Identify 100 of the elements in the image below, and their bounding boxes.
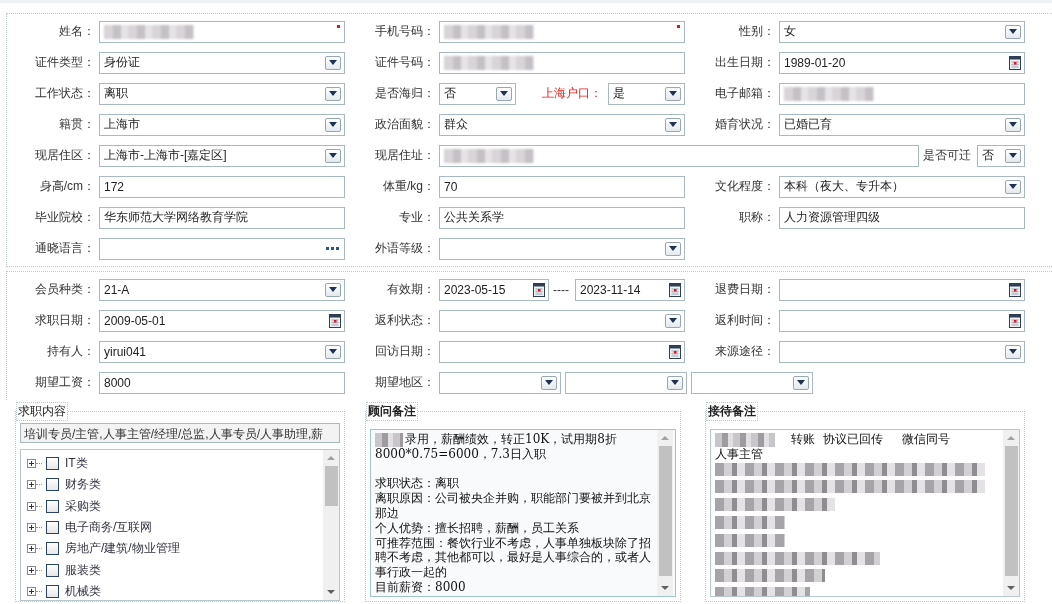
dropdown-field[interactable]: 离职 bbox=[99, 82, 345, 105]
dropdown-field[interactable]: 群众 bbox=[439, 113, 685, 136]
calendar-icon[interactable] bbox=[329, 313, 341, 328]
tree-item-label[interactable]: 财务类 bbox=[65, 476, 101, 494]
tree-item-label[interactable]: IT类 bbox=[65, 455, 88, 473]
caret-icon[interactable] bbox=[671, 380, 679, 385]
dropdown-field[interactable]: 本科（夜大、专升本） bbox=[779, 175, 1025, 198]
caret-icon[interactable] bbox=[1009, 184, 1017, 189]
caret-icon[interactable] bbox=[669, 246, 677, 251]
caret-icon[interactable] bbox=[1009, 153, 1017, 158]
scrollbar[interactable] bbox=[323, 450, 339, 600]
caret-icon[interactable] bbox=[329, 287, 337, 292]
checkbox[interactable] bbox=[46, 457, 59, 471]
dropdown-field[interactable]: yirui041 bbox=[99, 340, 345, 363]
scrollbar[interactable] bbox=[657, 430, 673, 596]
checkbox[interactable] bbox=[46, 563, 59, 577]
dropdown-button[interactable] bbox=[325, 86, 341, 101]
dropdown-button[interactable] bbox=[665, 313, 681, 328]
text-field[interactable]: 8000 bbox=[99, 371, 345, 394]
dropdown-field[interactable]: 是 bbox=[608, 82, 685, 105]
dropdown-button[interactable] bbox=[1005, 179, 1021, 194]
date-field[interactable]: 2009-05-01 bbox=[99, 309, 345, 332]
checkbox[interactable] bbox=[46, 584, 59, 598]
calendar-icon[interactable] bbox=[669, 344, 681, 359]
picker-field[interactable] bbox=[99, 237, 345, 260]
summary-field[interactable]: 培训专员/主管,人事主管/经理/总监,人事专员/人事助理,薪 bbox=[20, 423, 340, 443]
dropdown-field[interactable]: 否 bbox=[977, 144, 1025, 167]
calendar-icon[interactable] bbox=[1009, 313, 1021, 328]
dropdown-button[interactable] bbox=[667, 375, 683, 390]
ellipsis-icon[interactable] bbox=[326, 247, 339, 250]
tree-item-label[interactable]: 电子商务/互联网 bbox=[65, 519, 153, 537]
tree-item-label[interactable]: 机械类 bbox=[65, 582, 101, 600]
calendar-icon[interactable] bbox=[1009, 55, 1021, 70]
text-field[interactable] bbox=[439, 51, 685, 74]
caret-icon[interactable] bbox=[329, 153, 337, 158]
dropdown-field[interactable] bbox=[439, 237, 685, 260]
caret-icon[interactable] bbox=[669, 91, 677, 96]
expand-icon[interactable] bbox=[27, 480, 36, 490]
dropdown-button[interactable] bbox=[1005, 117, 1021, 132]
date-field[interactable]: 2023-05-15 bbox=[439, 278, 549, 301]
scrollbar[interactable] bbox=[1003, 430, 1019, 596]
text-field[interactable]: 华东师范大学网络教育学院 bbox=[99, 206, 345, 229]
caret-icon[interactable] bbox=[329, 60, 337, 65]
caret-icon[interactable] bbox=[329, 349, 337, 354]
calendar-icon[interactable] bbox=[533, 282, 545, 297]
dropdown-button[interactable] bbox=[496, 86, 512, 101]
checkbox[interactable] bbox=[46, 499, 59, 513]
dropdown-field[interactable]: 已婚已育 bbox=[779, 113, 1025, 136]
text-field[interactable]: 172 bbox=[99, 175, 345, 198]
dropdown-field[interactable]: 否 bbox=[439, 82, 516, 105]
expand-icon[interactable] bbox=[27, 459, 36, 469]
caret-icon[interactable] bbox=[545, 380, 553, 385]
caret-icon[interactable] bbox=[329, 122, 337, 127]
notes-area[interactable]: 转账 协议已回传 微信同号 人事主管 bbox=[710, 429, 1020, 597]
tree-item-label[interactable]: 房地产/建筑/物业管理 bbox=[65, 540, 180, 558]
expand-icon[interactable] bbox=[27, 544, 36, 554]
expand-icon[interactable] bbox=[27, 586, 36, 596]
dropdown-button[interactable] bbox=[665, 117, 681, 132]
dropdown-button[interactable] bbox=[325, 282, 341, 297]
dropdown-field[interactable] bbox=[779, 340, 1025, 363]
date-field[interactable] bbox=[779, 278, 1025, 301]
dropdown-field[interactable] bbox=[439, 371, 561, 394]
checkbox[interactable] bbox=[46, 478, 59, 492]
dropdown-button[interactable] bbox=[325, 148, 341, 163]
dropdown-button[interactable] bbox=[793, 375, 809, 390]
text-field[interactable] bbox=[439, 144, 919, 167]
dropdown-field[interactable]: 21-A bbox=[99, 278, 345, 301]
calendar-icon[interactable] bbox=[669, 282, 681, 297]
caret-icon[interactable] bbox=[329, 91, 337, 96]
caret-icon[interactable] bbox=[1009, 29, 1017, 34]
caret-icon[interactable] bbox=[669, 318, 677, 323]
caret-icon[interactable] bbox=[1009, 349, 1017, 354]
notes-area[interactable]: 录用，薪酬绩效，转正10K，试用期8折 8000*0.75=6000，7.3日入职 求职状态：离职 离职原因：公司被央企并购，职能部门要被并到北京那边 个人优势：擅长招聘，薪酬，员工关系 可推荐范围：餐饮行业不考虑，人事单独板块除了招聘不考虑，其他都可以，最好是人事综合的，或者人事行政一起的 目前薪资：8000 bbox=[370, 429, 676, 597]
date-field[interactable]: 2023-11-14 bbox=[575, 278, 685, 301]
dropdown-field[interactable]: 上海市 bbox=[99, 113, 345, 136]
date-field[interactable] bbox=[779, 309, 1025, 332]
tree-item-label[interactable]: 服装类 bbox=[65, 561, 101, 579]
dropdown-button[interactable] bbox=[541, 375, 557, 390]
dropdown-field[interactable]: 上海市-上海市-[嘉定区] bbox=[99, 144, 345, 167]
dropdown-field[interactable]: 女 bbox=[779, 20, 1025, 43]
text-field[interactable]: 公共关系学 bbox=[439, 206, 685, 229]
calendar-icon[interactable] bbox=[1009, 282, 1021, 297]
dropdown-field[interactable]: 身份证 bbox=[99, 51, 345, 74]
date-field[interactable] bbox=[439, 340, 685, 363]
checkbox[interactable] bbox=[46, 542, 59, 556]
dropdown-button[interactable] bbox=[1005, 148, 1021, 163]
text-field[interactable] bbox=[439, 20, 685, 43]
expand-icon[interactable] bbox=[27, 565, 36, 575]
expand-icon[interactable] bbox=[27, 523, 36, 533]
dropdown-button[interactable] bbox=[1005, 344, 1021, 359]
tree-item-label[interactable]: 采购类 bbox=[65, 497, 101, 515]
dropdown-button[interactable] bbox=[1005, 24, 1021, 39]
caret-icon[interactable] bbox=[1009, 122, 1017, 127]
dropdown-button[interactable] bbox=[665, 86, 681, 101]
caret-icon[interactable] bbox=[500, 91, 508, 96]
caret-icon[interactable] bbox=[669, 122, 677, 127]
dropdown-field[interactable] bbox=[439, 309, 685, 332]
dropdown-button[interactable] bbox=[325, 55, 341, 70]
text-field[interactable] bbox=[779, 82, 1025, 105]
caret-icon[interactable] bbox=[797, 380, 805, 385]
